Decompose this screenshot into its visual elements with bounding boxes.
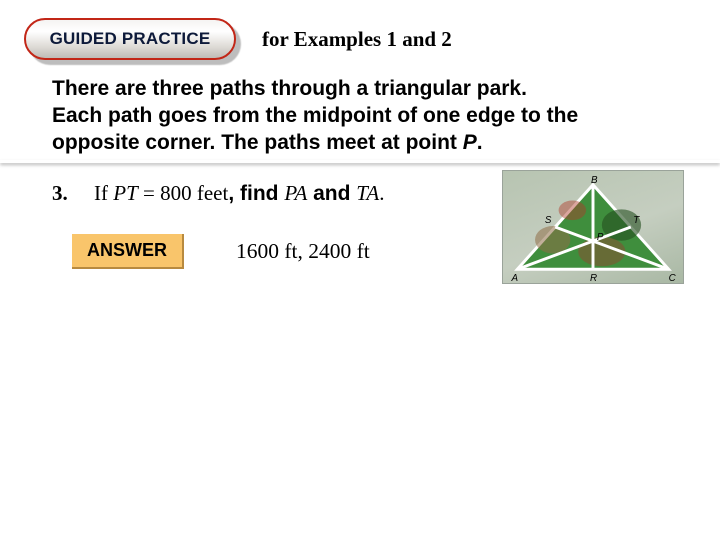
q-comma: , — [228, 182, 240, 205]
label-a: A — [510, 273, 518, 283]
question-number: 3. — [52, 181, 82, 206]
q-dot: . — [379, 181, 384, 205]
q-and: and — [307, 182, 356, 205]
pill-body: GUIDED PRACTICE — [24, 18, 236, 60]
q-var-pa: PA — [284, 181, 307, 205]
diagram-svg: A B C R S T P — [503, 171, 683, 283]
section-divider — [0, 160, 720, 163]
header-row: GUIDED PRACTICE for Examples 1 and 2 — [24, 18, 696, 60]
q-lead: If — [94, 181, 113, 205]
label-c: C — [669, 273, 677, 283]
label-b: B — [591, 175, 598, 186]
for-examples-text: for Examples 1 and 2 — [262, 27, 452, 52]
foliage-blob — [559, 200, 587, 220]
answer-badge: ANSWER — [72, 234, 184, 269]
intro-point-p: P — [463, 131, 477, 154]
intro-line1: There are three paths through a triangul… — [52, 77, 527, 100]
intro-line3a: opposite corner. The paths meet at point — [52, 131, 463, 154]
question-text: If PT = 800 feet, find PA and TA. — [94, 181, 385, 206]
pill-label: GUIDED PRACTICE — [50, 29, 211, 49]
q-eq: = 800 feet — [138, 181, 229, 205]
label-s: S — [545, 215, 552, 226]
slide: GUIDED PRACTICE for Examples 1 and 2 The… — [0, 0, 720, 540]
triangle-park-diagram: A B C R S T P — [502, 170, 684, 284]
intro-line2: Each path goes from the midpoint of one … — [52, 104, 578, 127]
q-var-ta: TA — [356, 181, 379, 205]
intro-line3b: . — [477, 131, 483, 154]
label-r: R — [590, 273, 597, 283]
label-p: P — [597, 232, 604, 243]
answer-text: 1600 ft, 2400 ft — [236, 239, 370, 264]
intro-text: There are three paths through a triangul… — [52, 76, 682, 157]
guided-practice-pill: GUIDED PRACTICE — [24, 18, 236, 60]
q-var-pt: PT — [113, 181, 138, 205]
q-find: find — [240, 182, 284, 205]
label-t: T — [633, 215, 640, 226]
